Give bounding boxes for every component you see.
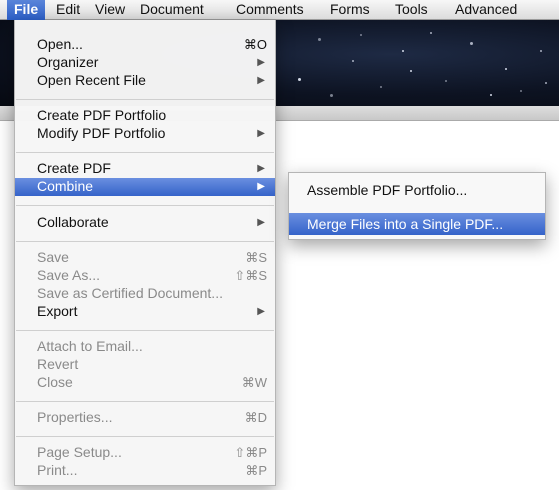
submenu-arrow-icon: ▶ bbox=[257, 75, 265, 86]
submenu-arrow-icon: ▶ bbox=[257, 217, 265, 228]
menu-view[interactable]: View bbox=[88, 0, 132, 20]
menu-advanced[interactable]: Advanced bbox=[448, 0, 524, 20]
menu-item-label: Attach to Email... bbox=[37, 338, 143, 354]
menu-item-label: Export bbox=[37, 303, 78, 319]
menu-item-label: Save As... bbox=[37, 267, 101, 283]
star bbox=[430, 32, 432, 34]
menu-item-print[interactable]: Print... ⌘P bbox=[15, 462, 275, 479]
menu-separator bbox=[16, 205, 274, 206]
menu-item-save[interactable]: Save ⌘S bbox=[15, 249, 275, 266]
menu-item-collaborate[interactable]: Collaborate ▶ bbox=[15, 214, 275, 231]
star bbox=[298, 78, 301, 81]
menu-bar: File Edit View Document Comments Forms T… bbox=[0, 0, 559, 20]
menu-item-label: Properties... bbox=[37, 409, 113, 425]
menu-separator bbox=[16, 99, 274, 100]
menu-separator bbox=[16, 241, 274, 242]
file-menu-dropdown: Open... ⌘O Organizer ▶ Open Recent File … bbox=[14, 20, 276, 486]
menu-item-save-as[interactable]: Save As... ⇧⌘S bbox=[15, 267, 275, 284]
submenu-arrow-icon: ▶ bbox=[257, 57, 265, 68]
star bbox=[545, 82, 547, 84]
menu-item-label: Close bbox=[37, 374, 73, 390]
menu-separator bbox=[16, 401, 274, 402]
menu-separator bbox=[16, 330, 274, 331]
menu-comments[interactable]: Comments bbox=[229, 0, 311, 20]
menu-item-label: Save as Certified Document... bbox=[37, 285, 223, 301]
menu-tools[interactable]: Tools bbox=[388, 0, 435, 20]
submenu-arrow-icon: ▶ bbox=[257, 163, 265, 174]
shortcut-label: ⌘S bbox=[245, 250, 267, 265]
menu-item-label: Create PDF Portfolio bbox=[37, 107, 167, 123]
menu-item-label: Create PDF bbox=[37, 160, 111, 176]
menu-item-modify-pdf-portfolio[interactable]: Modify PDF Portfolio ▶ bbox=[15, 125, 275, 142]
star bbox=[402, 50, 404, 52]
star bbox=[318, 38, 321, 41]
menu-item-label: Organizer bbox=[37, 54, 99, 70]
star bbox=[445, 80, 447, 82]
star bbox=[540, 50, 542, 52]
menu-separator bbox=[16, 436, 274, 437]
star bbox=[520, 90, 522, 92]
shortcut-label: ⌘O bbox=[243, 37, 267, 52]
star bbox=[330, 94, 333, 97]
submenu-item-assemble-pdf-portfolio[interactable]: Assemble PDF Portfolio... bbox=[289, 179, 545, 201]
submenu-arrow-icon: ▶ bbox=[257, 181, 265, 192]
menu-item-label: Open... bbox=[37, 36, 83, 52]
star bbox=[490, 94, 492, 96]
combine-submenu: Assemble PDF Portfolio... Merge Files in… bbox=[288, 172, 546, 240]
menu-item-label: Collaborate bbox=[37, 214, 109, 230]
shortcut-label: ⌘W bbox=[241, 375, 267, 390]
menu-item-label: Page Setup... bbox=[37, 444, 122, 460]
star bbox=[352, 60, 354, 62]
menu-item-label: Combine bbox=[37, 178, 94, 194]
star bbox=[380, 86, 382, 88]
shortcut-label: ⇧⌘S bbox=[234, 268, 267, 283]
menu-item-create-pdf-portfolio[interactable]: Create PDF Portfolio bbox=[15, 107, 275, 124]
menu-item-properties[interactable]: Properties... ⌘D bbox=[15, 409, 275, 426]
shortcut-label: ⌘D bbox=[244, 410, 267, 425]
menu-forms[interactable]: Forms bbox=[323, 0, 377, 20]
screen: File Edit View Document Comments Forms T… bbox=[0, 0, 559, 490]
menu-item-label: Revert bbox=[37, 356, 79, 372]
menu-item-label: Print... bbox=[37, 462, 78, 478]
menu-item-label: Modify PDF Portfolio bbox=[37, 125, 166, 141]
star bbox=[410, 70, 412, 72]
star bbox=[360, 34, 362, 36]
submenu-arrow-icon: ▶ bbox=[257, 128, 265, 139]
menu-item-label: Save bbox=[37, 249, 69, 265]
menu-separator bbox=[16, 152, 274, 153]
submenu-arrow-icon: ▶ bbox=[257, 306, 265, 317]
menu-item-create-pdf[interactable]: Create PDF ▶ bbox=[15, 160, 275, 177]
menu-item-page-setup[interactable]: Page Setup... ⇧⌘P bbox=[15, 444, 275, 461]
menu-item-revert[interactable]: Revert bbox=[15, 356, 275, 373]
menu-item-attach-to-email[interactable]: Attach to Email... bbox=[15, 338, 275, 355]
menu-document[interactable]: Document bbox=[133, 0, 211, 20]
submenu-item-merge-files[interactable]: Merge Files into a Single PDF... bbox=[289, 213, 545, 235]
shortcut-label: ⇧⌘P bbox=[234, 445, 267, 460]
star bbox=[505, 68, 507, 70]
menu-item-open-recent-file[interactable]: Open Recent File ▶ bbox=[15, 72, 275, 89]
star bbox=[470, 42, 473, 45]
menu-item-combine[interactable]: Combine ▶ bbox=[15, 178, 275, 196]
menu-item-organizer[interactable]: Organizer ▶ bbox=[15, 54, 275, 71]
shortcut-label: ⌘P bbox=[245, 463, 267, 478]
menu-item-open[interactable]: Open... ⌘O bbox=[15, 36, 275, 53]
menu-item-export[interactable]: Export ▶ bbox=[15, 303, 275, 320]
menu-file[interactable]: File bbox=[7, 0, 46, 20]
menu-item-label: Open Recent File bbox=[37, 72, 146, 88]
menu-edit[interactable]: Edit bbox=[49, 0, 87, 20]
menu-item-close[interactable]: Close ⌘W bbox=[15, 374, 275, 391]
menu-item-save-as-certified[interactable]: Save as Certified Document... bbox=[15, 285, 275, 302]
